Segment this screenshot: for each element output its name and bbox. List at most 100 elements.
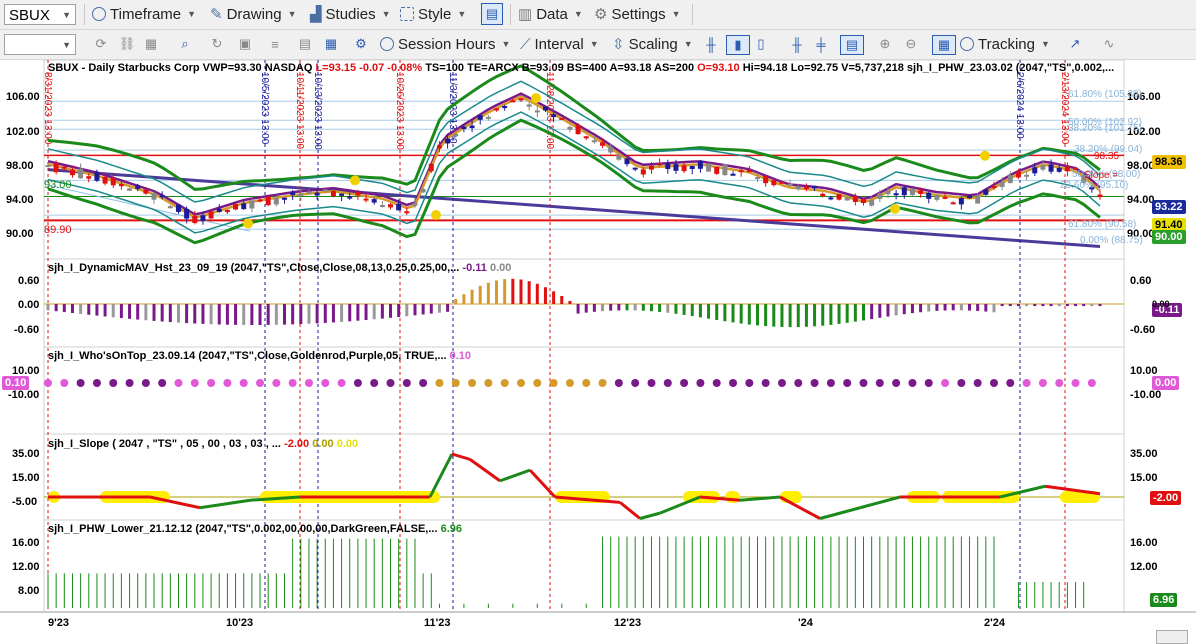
grid-view-icon[interactable]: ▦ [932,35,956,55]
who-dot [745,379,754,387]
trend-up-icon[interactable]: ↗ [1066,35,1084,53]
candle-body [787,183,793,186]
style-button[interactable]: Style ▼ [400,3,466,25]
hollow-candle-icon[interactable]: ▯ [752,35,770,53]
candle-style-icon[interactable]: ▮ [726,35,750,55]
settings-grid-icon[interactable]: ⚙ [352,35,370,53]
who-dot [386,379,395,387]
candle-body [184,208,190,219]
mav-bar [845,304,849,323]
phw-y-label: 16.00 [1130,537,1158,549]
zoom-search-icon[interactable]: ⌕ [176,35,194,53]
data-button[interactable]: ▥ Data ▼ [518,3,583,25]
refresh-icon[interactable]: ⟳ [92,35,110,53]
mav-bar [674,304,678,314]
mav-bar [568,300,572,304]
chart-icon[interactable]: ▤ [296,35,314,53]
chart-area[interactable]: 8/31/2023 13:00 10/5/2023 13:00 10/11/2023… [0,60,1196,644]
pulse-icon[interactable]: ∿ [1100,35,1118,53]
settings-button[interactable]: ⚙ Settings ▼ [594,3,681,25]
zoom-out-icon[interactable]: ⊖ [902,35,920,53]
who-dot [337,379,346,387]
slope-segment [528,469,557,499]
who-dot [419,379,428,387]
phw-header-text: sjh_I_PHW_Lower_21.12.12 (2047,"TS",0.00… [48,523,438,535]
settings-label: Settings [611,5,666,23]
scroll-handle[interactable] [1156,630,1188,644]
candle-body [820,193,826,197]
mav-bar [951,304,955,311]
who-dot [256,379,265,387]
layout-icon[interactable]: ▤ [481,3,503,25]
left-marker-89: 89.90 [44,224,72,236]
panels-icon[interactable]: ▤ [840,35,864,55]
symbol-box[interactable]: SBUX ▼ [4,4,76,25]
candle-body [192,215,198,223]
drawing-button[interactable]: ✎ Drawing ▼ [210,3,297,25]
studies-button[interactable]: ▟ Studies ▼ [310,3,391,25]
who-dot [272,379,281,387]
scaling-button[interactable]: ⇳ Scaling ▼ [612,33,693,55]
lines-icon[interactable]: ≡ [266,35,284,53]
bar-chart-icon[interactable]: ╫ [788,35,806,53]
drawing-label: Drawing [226,5,282,23]
grid-icon[interactable]: ▦ [142,35,160,53]
slope-value-2: 0.00 [312,438,334,450]
candle-body [559,117,565,120]
mav-bar [413,304,417,316]
candle-body [926,192,932,199]
candle-body [118,184,124,187]
candle-body [681,165,687,172]
mav-bar [813,304,817,327]
mav-bar [698,304,702,318]
interval-button[interactable]: ⟋ Interval ▼ [520,33,599,55]
who-dot [1038,379,1047,387]
box-icon[interactable]: ▦ [322,35,340,53]
reload-icon[interactable]: ↻ [208,35,226,53]
chart-selector[interactable]: ▼ [4,34,76,55]
mav-bar [658,304,662,312]
mav-bar [242,304,246,325]
tracking-icon [960,37,974,51]
candle-body [714,166,720,174]
mav-bar [405,304,409,317]
slope-segment [639,511,661,520]
price-tag-9836: 98.36 [1152,155,1186,169]
zoom-in-icon[interactable]: ⊕ [876,35,894,53]
candle-body [396,203,402,211]
mav-bar [1082,304,1086,307]
mav-bar [755,304,759,326]
candle-body [102,176,108,184]
candle-body [893,193,899,196]
who-dot [76,379,85,387]
timeframe-button[interactable]: Timeframe ▼ [92,3,196,25]
candle-body [665,163,671,170]
link-icon[interactable]: ⛓ [118,35,136,53]
slope-segment [469,458,501,483]
bar-chart-2-icon[interactable]: ╪ [812,35,830,53]
tracking-button[interactable]: Tracking ▼ [960,33,1050,55]
mav-bar [780,304,784,327]
candle-body [69,169,75,176]
mav-bar [617,304,621,311]
bar-style-icon[interactable]: ╫ [702,35,720,53]
candle-body [241,203,247,210]
fib-label: 61.80% (90.58) [1068,219,1137,230]
candle-body [975,195,981,204]
who-dot [141,379,150,387]
mav-bar [919,304,923,313]
mav-bar [910,304,914,314]
candle-body [135,185,141,189]
image-icon[interactable]: ▣ [236,35,254,53]
x-axis-label: '24 [798,617,813,629]
candle-body [1007,175,1013,184]
mav-bar [992,304,996,313]
candle-body [453,133,459,137]
who-dot [207,379,216,387]
candle-body [273,198,279,205]
session-hours-button[interactable]: Session Hours ▼ [380,33,510,55]
candle-body [159,195,165,198]
pivot-dot [431,210,441,220]
mav-bar [421,304,425,315]
who-dot [435,379,444,387]
